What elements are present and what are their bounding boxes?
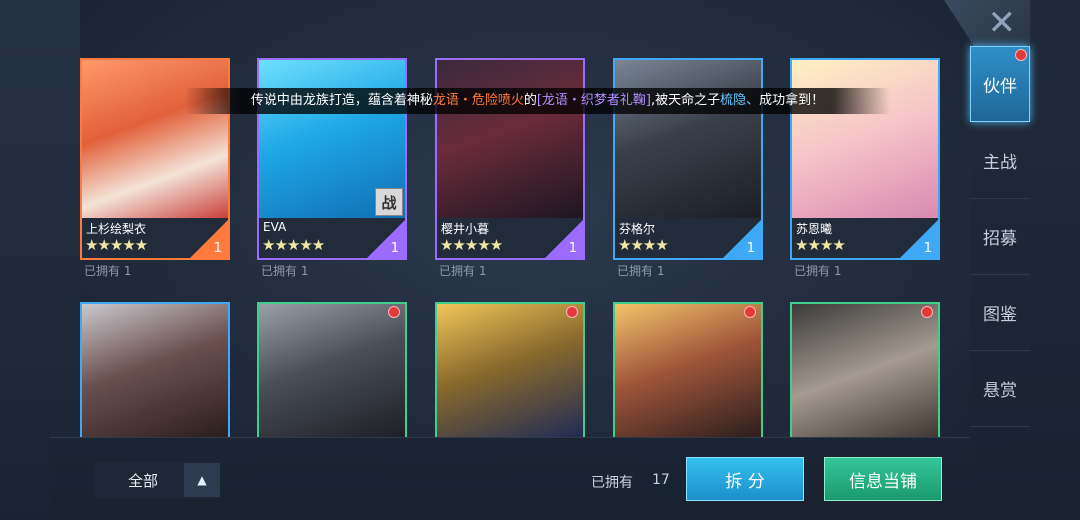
filter-toggle-button[interactable]: ▲ xyxy=(184,463,220,497)
owned-count-label: 已拥有 1 xyxy=(794,264,842,278)
partner-portrait xyxy=(615,304,761,437)
notification-dot xyxy=(1015,49,1027,61)
info-pawnshop-label: 信息当铺 xyxy=(849,471,917,492)
close-icon: ✕ xyxy=(987,3,1017,43)
card-count: 1 xyxy=(213,241,222,256)
nav-tab-label: 图鉴 xyxy=(983,305,1017,325)
partner-portrait xyxy=(82,304,228,437)
notification-dot xyxy=(388,306,400,318)
partner-portrait xyxy=(437,60,583,218)
rarity-corner xyxy=(898,220,938,258)
card-count: 1 xyxy=(923,241,932,256)
partner-name: 芬格尔 xyxy=(619,222,656,236)
partner-portrait xyxy=(259,304,405,437)
card-info: 苏恩曦 ★★★★ 1 xyxy=(792,218,938,258)
partner-card[interactable] xyxy=(80,302,230,437)
partner-portrait xyxy=(82,60,228,218)
partner-card[interactable] xyxy=(790,302,940,437)
owned-total-label: 已拥有 xyxy=(591,475,633,491)
announce-highlight-3: 梳隐、 xyxy=(720,93,760,108)
partner-name: 苏恩曦 xyxy=(796,222,833,236)
card-info: EVA ★★★★★ 1 xyxy=(259,218,405,258)
partner-portrait xyxy=(792,60,938,218)
partner-name: 樱井小暮 xyxy=(441,222,490,236)
announcement-banner: 传说中由龙族打造，蕴含着神秘龙语・危险喷火的[龙语・织梦者礼鞠],被天命之子梳隐… xyxy=(185,88,890,114)
card-info: 芬格尔 ★★★★ 1 xyxy=(615,218,761,258)
nav-tab-recruit[interactable]: 招募 xyxy=(970,199,1030,275)
split-button[interactable]: 拆 分 xyxy=(686,457,804,501)
nav-tab-codex[interactable]: 图鉴 xyxy=(970,275,1030,351)
announce-text-2: 的 xyxy=(523,93,537,108)
nav-tab-label: 悬赏 xyxy=(983,381,1017,401)
partner-card[interactable] xyxy=(435,302,585,437)
partner-name: 上杉绘梨衣 xyxy=(86,222,147,236)
announce-highlight-1: 龙语・危险喷火 xyxy=(432,93,524,108)
nav-tab-bounty[interactable]: 悬赏 xyxy=(970,351,1030,427)
owned-count-label: 已拥有 1 xyxy=(617,264,665,278)
split-button-label: 拆 分 xyxy=(725,471,765,492)
nav-tab-main-battle[interactable]: 主战 xyxy=(970,123,1030,199)
owned-count-label: 已拥有 1 xyxy=(261,264,309,278)
rarity-corner xyxy=(721,220,761,258)
owned-total-count: 17 xyxy=(652,472,670,488)
nav-tab-label: 招募 xyxy=(983,229,1017,249)
partner-card[interactable] xyxy=(257,302,407,437)
announce-highlight-2: [龙语・织梦者礼鞠] xyxy=(536,93,652,108)
notification-dot xyxy=(921,306,933,318)
filter-label: 全部 xyxy=(128,472,159,490)
card-count: 1 xyxy=(390,241,399,256)
battle-badge: 战 xyxy=(375,188,403,216)
partner-portrait xyxy=(437,304,583,437)
announce-text-3: ,被天命之子 xyxy=(651,93,721,108)
announce-text-1: 传说中由龙族打造，蕴含着神秘 xyxy=(250,93,433,108)
card-info: 上杉绘梨衣 ★★★★★ 1 xyxy=(82,218,228,258)
close-button[interactable]: ✕ xyxy=(944,0,1030,46)
partner-card[interactable] xyxy=(613,302,763,437)
announce-text-4: 成功拿到！ xyxy=(759,93,825,108)
card-count: 1 xyxy=(568,241,577,256)
partner-portrait xyxy=(615,60,761,218)
rarity-corner xyxy=(543,220,583,258)
partner-portrait xyxy=(792,304,938,437)
notification-dot xyxy=(566,306,578,318)
partner-name: EVA xyxy=(263,220,287,234)
rarity-corner xyxy=(365,220,405,258)
star-rating: ★★★★ xyxy=(795,236,846,254)
star-rating: ★★★★★ xyxy=(85,236,148,254)
rarity-corner xyxy=(188,220,228,258)
owned-count-label: 已拥有 1 xyxy=(439,264,487,278)
chevron-up-icon: ▲ xyxy=(197,473,207,487)
star-rating: ★★★★ xyxy=(618,236,669,254)
owned-count-label: 已拥有 1 xyxy=(84,264,132,278)
card-count: 1 xyxy=(746,241,755,256)
info-pawnshop-button[interactable]: 信息当铺 xyxy=(824,457,942,501)
star-rating: ★★★★★ xyxy=(262,236,325,254)
nav-tab-label: 伙伴 xyxy=(983,76,1017,97)
star-rating: ★★★★★ xyxy=(440,236,503,254)
card-info: 樱井小暮 ★★★★★ 1 xyxy=(437,218,583,258)
nav-tab-label: 主战 xyxy=(983,153,1017,173)
notification-dot xyxy=(744,306,756,318)
